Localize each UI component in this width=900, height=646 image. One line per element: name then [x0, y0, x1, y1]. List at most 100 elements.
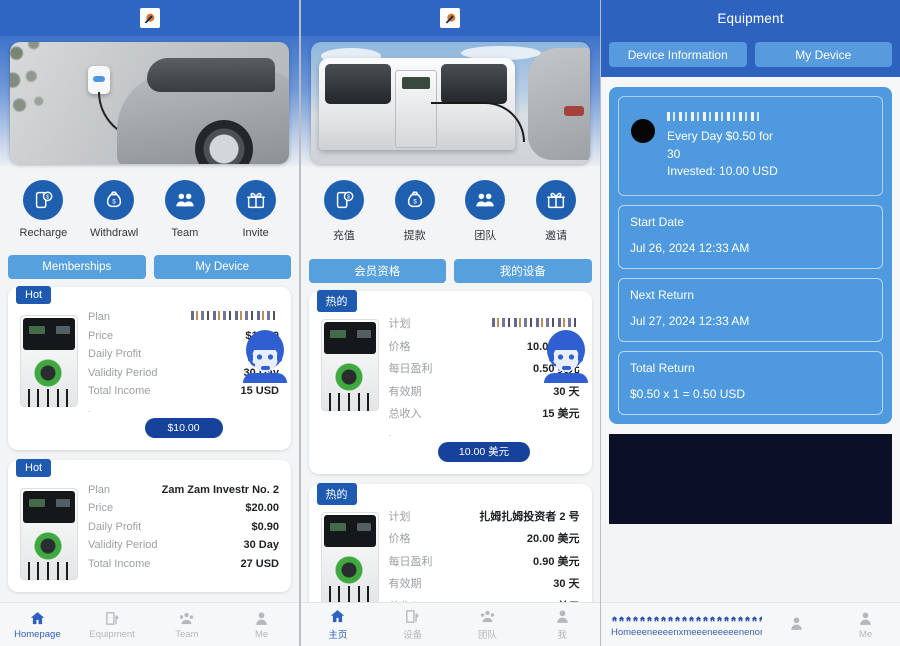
- money-bag-icon: $: [94, 180, 135, 220]
- buy-button[interactable]: $10.00: [144, 417, 223, 438]
- info-value: $0.50 x 1 = 0.50 USD: [630, 386, 746, 401]
- quick-action-invite[interactable]: 邀请: [525, 180, 587, 243]
- plan-row-total-income: 总收入 15 美元: [389, 405, 580, 421]
- hero-image-charging-station: [310, 42, 590, 164]
- nav-label: 设备: [403, 630, 423, 641]
- left-hero-banner: [0, 36, 299, 166]
- middle-hero-banner: [300, 36, 600, 166]
- nav-item-equipment[interactable]: Equipment: [75, 610, 150, 640]
- three-panel-screenshot: $ Recharge $ Withdrawl Team Invite Membe…: [0, 0, 900, 646]
- quick-action-team[interactable]: Team: [154, 180, 216, 239]
- nav-item-me[interactable]: 我: [525, 608, 600, 641]
- plan-row-key: Validity Period: [88, 539, 158, 551]
- nav-label: Homepage: [14, 628, 61, 640]
- customer-support-avatar[interactable]: [239, 324, 291, 386]
- customer-support-avatar[interactable]: [540, 324, 592, 386]
- charger-product-image: [320, 319, 379, 411]
- tab-my-device[interactable]: 我的设备: [454, 259, 592, 283]
- svg-text:$: $: [46, 195, 49, 201]
- quick-action-label: 团队: [474, 230, 497, 242]
- equipment-icon: [406, 610, 419, 623]
- plan-row-key: Plan: [88, 483, 111, 496]
- plan-row-name: 计划 扎姆扎姆投资者 2 号: [389, 508, 580, 524]
- quick-action-recharge[interactable]: $ Recharge: [12, 180, 74, 239]
- plan-row-name: Plan: [88, 311, 279, 323]
- device-thumbnail: [631, 119, 655, 143]
- plan-row-key: Plan: [88, 311, 111, 323]
- quick-action-label: Team: [171, 227, 199, 239]
- nav-item-home-glitched[interactable]: Homeeeneeeenxmeeeneeeeenenomeneeemend: [601, 611, 763, 638]
- panel-middle-chinese: $ 充值 $ 提款 团队 邀请 会员资格 我的设备 热的 计划 价格 10.00…: [300, 0, 600, 646]
- plan-row-value: 扎姆扎姆投资者 2 号: [479, 510, 580, 523]
- plan-row-value: $0.90: [251, 520, 279, 533]
- nav-item-me[interactable]: Me: [831, 610, 900, 640]
- quick-action-withdrawl[interactable]: $ 提款: [384, 180, 446, 243]
- nav-item-equipment[interactable]: 设备: [375, 608, 450, 641]
- status-badge: 热的: [316, 290, 357, 312]
- plan-row-name: Plan Zam Zam Investr No. 2: [88, 484, 279, 496]
- plan-row-key: 有效期: [388, 578, 422, 590]
- status-badge: Hot: [16, 458, 52, 477]
- info-label: Start Date: [630, 214, 685, 229]
- plan-row-key: 每日盈利: [388, 555, 433, 568]
- panel-right-equipment: Equipment Device Information My Device E…: [601, 0, 900, 646]
- plan-row-key: Daily Profit: [88, 520, 142, 533]
- tab-memberships[interactable]: Memberships: [8, 255, 146, 279]
- plan-row-price: 价格 20.00 美元: [389, 530, 580, 546]
- nav-label: 主页: [328, 630, 348, 641]
- info-value: Jul 27, 2024 12:33 AM: [630, 313, 750, 328]
- quick-action-label: Withdrawl: [89, 227, 139, 239]
- plan-sub-note: .: [388, 427, 392, 438]
- tab-my-device[interactable]: My Device: [754, 42, 892, 67]
- nav-item-homepage[interactable]: 主页: [301, 608, 376, 641]
- charger-product-image: [20, 315, 78, 407]
- panel-left-english: $ Recharge $ Withdrawl Team Invite Membe…: [0, 0, 299, 646]
- plan-row-value: 15 美元: [542, 408, 580, 420]
- nav-item-homepage[interactable]: Homepage: [0, 610, 75, 640]
- plan-row-total-income: Total Income 27 USD: [88, 558, 279, 570]
- gift-icon: [536, 180, 577, 220]
- tab-memberships[interactable]: 会员资格: [308, 259, 446, 283]
- device-header-box: Every Day $0.50 for 30 Invested: 10.00 U…: [618, 96, 883, 196]
- nav-item-blank[interactable]: [762, 615, 831, 634]
- quick-action-label: Invite: [242, 227, 269, 239]
- quick-action-invite[interactable]: Invite: [225, 180, 287, 239]
- plan-row-value: 20.00 美元: [526, 533, 580, 545]
- plan-row-key: 总收入: [388, 408, 422, 420]
- device-invested-line: Invested: 10.00 USD: [667, 164, 778, 179]
- middle-tab-bar: 会员资格 我的设备: [300, 253, 600, 291]
- quick-action-recharge[interactable]: $ 充值: [313, 180, 375, 243]
- quick-action-label: 提款: [403, 230, 426, 242]
- info-box-total-return: Total Return $0.50 x 1 = 0.50 USD: [618, 350, 883, 415]
- buy-button[interactable]: 10.00 美元: [438, 441, 530, 462]
- plan-row-key: Validity Period: [88, 366, 158, 379]
- nav-item-me[interactable]: Me: [224, 610, 299, 640]
- plan-row-key: Price: [88, 329, 114, 342]
- plan-card[interactable]: Hot Plan Zam Zam Investr No. 2 Price $20…: [8, 458, 291, 592]
- device-summary-card: Every Day $0.50 for 30 Invested: 10.00 U…: [609, 87, 892, 424]
- plan-row-price: Price $20.00: [88, 502, 279, 514]
- info-value: Jul 26, 2024 12:33 AM: [630, 240, 750, 255]
- equipment-tab-bar: Device Information My Device: [601, 36, 900, 77]
- nav-label-glitched: Homeeeneeeenxmeeeneeeeenenomeneeemend: [611, 627, 762, 638]
- page-title: Equipment: [717, 10, 784, 26]
- quick-action-withdrawl[interactable]: $ Withdrawl: [83, 180, 145, 239]
- nav-item-team[interactable]: 团队: [450, 608, 525, 641]
- plan-row-key: 价格: [388, 340, 411, 353]
- tab-my-device[interactable]: My Device: [153, 255, 291, 279]
- equipment-content: Every Day $0.50 for 30 Invested: 10.00 U…: [601, 77, 900, 524]
- plan-row-total-income: Total Income 15 USD: [88, 385, 279, 397]
- nav-item-team[interactable]: Team: [150, 610, 225, 640]
- home-icon: [30, 611, 45, 624]
- tab-device-information[interactable]: Device Information: [609, 42, 747, 67]
- svg-text:$: $: [347, 195, 350, 201]
- plan-sub-note: .: [88, 403, 91, 414]
- middle-bottom-nav: 主页 设备 团队 我: [300, 602, 600, 646]
- quick-action-team[interactable]: 团队: [454, 180, 516, 243]
- people-group-icon: [164, 180, 205, 220]
- plan-row-key: 有效期: [388, 385, 422, 398]
- plan-row-value: $20.00: [245, 502, 279, 514]
- dark-render-artifact-area: [609, 433, 892, 524]
- plan-row-value: 0.90 美元: [533, 555, 580, 568]
- info-label: Total Return: [630, 360, 695, 375]
